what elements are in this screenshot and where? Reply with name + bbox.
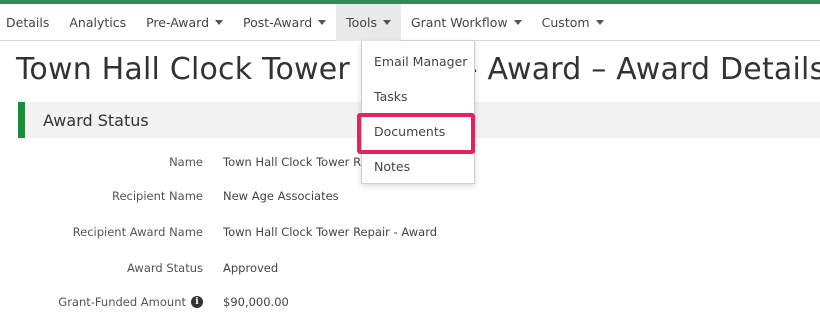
field-label: Recipient Award Name [72, 225, 203, 239]
top-navigation: Details Analytics Pre-Award Post-Award T… [0, 3, 820, 41]
nav-grant-workflow[interactable]: Grant Workflow [401, 4, 532, 41]
field-label: Award Status [127, 261, 203, 275]
nav-analytics-label: Analytics [69, 14, 127, 30]
nav-details[interactable]: Details [0, 4, 59, 41]
caret-down-icon [382, 20, 391, 25]
field-row-recipient-name: Recipient Name New Age Associates [0, 186, 820, 206]
field-row-grant-funded-amount: Grant-Funded Amount i $90,000.00 [0, 292, 820, 312]
nav-custom-label: Custom [541, 14, 590, 30]
caret-down-icon [513, 20, 522, 25]
caret-down-icon [215, 20, 223, 25]
field-value: New Age Associates [223, 189, 339, 203]
field-label: Name [169, 155, 203, 169]
caret-down-icon [318, 20, 327, 25]
nav-tools[interactable]: Tools [336, 3, 401, 41]
info-icon[interactable]: i [191, 296, 203, 308]
nav-pre-award[interactable]: Pre-Award [136, 4, 233, 41]
nav-analytics[interactable]: Analytics [59, 4, 136, 41]
menu-item-notes[interactable]: Notes [362, 152, 476, 180]
nav-post-award-label: Post-Award [243, 14, 313, 30]
nav-details-label: Details [6, 14, 50, 30]
nav-custom[interactable]: Custom [532, 4, 614, 41]
nav-tools-label: Tools [346, 14, 377, 30]
menu-item-tasks[interactable]: Tasks [362, 82, 476, 110]
menu-item-email-manager[interactable]: Email Manager [362, 47, 476, 75]
nav-grant-workflow-label: Grant Workflow [410, 14, 508, 30]
field-label: Grant-Funded Amount i [0, 295, 223, 309]
caret-down-icon [595, 20, 604, 25]
field-value: Town Hall Clock Tower Repair - Award [223, 225, 438, 239]
field-row-award-status: Award Status Approved [0, 258, 820, 278]
documents-highlight-box [357, 113, 475, 154]
nav-pre-award-label: Pre-Award [146, 14, 209, 30]
field-row-recipient-award-name: Recipient Award Name Town Hall Clock Tow… [0, 222, 820, 242]
field-label: Recipient Name [111, 189, 203, 203]
section-title: Award Status [43, 110, 149, 130]
field-value: Approved [223, 261, 279, 275]
nav-post-award[interactable]: Post-Award [233, 4, 336, 41]
field-value: $90,000.00 [223, 295, 289, 309]
